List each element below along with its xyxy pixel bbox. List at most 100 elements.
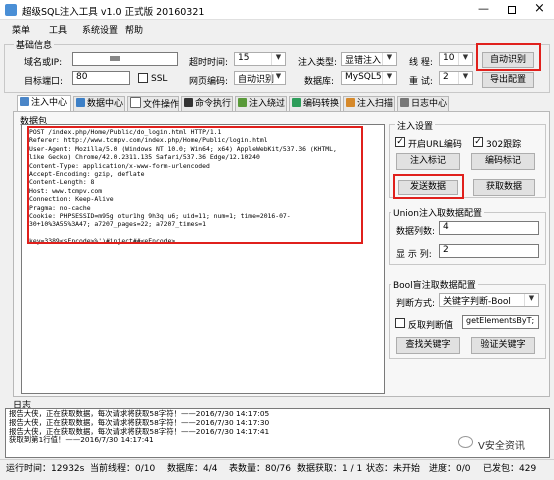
status-value: 4/4 (203, 464, 218, 474)
wechat-icon (458, 436, 473, 448)
minimize-icon[interactable]: — (478, 2, 489, 15)
retry-select[interactable]: 2 ▼ (439, 71, 473, 85)
inject-type-select[interactable]: 显错注入 ▼ (341, 52, 397, 66)
maximize-icon[interactable] (508, 6, 516, 14)
menu-item-help[interactable]: 帮助 (125, 23, 143, 36)
close-icon[interactable]: × (534, 1, 545, 16)
tab-encode-convert[interactable]: 编码转换 (289, 96, 341, 112)
follow302-label: 302跟踪 (486, 140, 522, 150)
arrow-icon (238, 98, 247, 107)
tab-label: 数据中心 (87, 99, 124, 109)
urlencode-label: 开启URL编码 (408, 140, 462, 150)
inject-settings-label: 注入设置 (395, 119, 436, 132)
threads-label: 线 程: (409, 58, 433, 68)
bool-judge-label: 判断方式: (396, 299, 436, 309)
tab-label: 文件操作 (143, 100, 180, 110)
reverse-checkbox[interactable] (395, 318, 405, 328)
threads-select[interactable]: 10 ▼ (439, 52, 473, 66)
status-runtime: 运行时间：12932s (6, 461, 84, 474)
bool-judge-select[interactable]: 关键字判断-Bool ▼ (439, 293, 539, 307)
convert-icon (292, 98, 301, 107)
status-value: 1 / 1 (342, 464, 363, 474)
status-label: 进度： (429, 464, 457, 474)
log-icon (400, 98, 409, 107)
status-tables: 表数量：80/76 (229, 461, 291, 474)
domain-label: 域名或IP: (24, 58, 63, 68)
tab-file-ops[interactable]: 文件操作 (127, 96, 179, 112)
bool-judge-value: 关键字判断-Bool (443, 297, 511, 307)
watermark-text: V安全资讯 (478, 441, 525, 452)
retry-value: 2 (443, 72, 449, 82)
status-value: 80/76 (265, 464, 291, 474)
inject-type-label: 注入类型: (298, 58, 338, 68)
tab-inject-bypass[interactable]: 注入绕过 (235, 96, 287, 112)
encoding-select[interactable]: 自动识别 ▼ (234, 71, 286, 85)
status-value: 0/10 (135, 464, 156, 474)
port-input[interactable]: 80 (72, 71, 130, 85)
status-label: 状态： (366, 464, 394, 474)
status-data: 数据获取：1 / 1 (297, 461, 362, 474)
find-keyword-button[interactable]: 查找关键字 (396, 337, 460, 354)
status-value: 12932s (51, 464, 85, 474)
bool-func-input[interactable]: getElementsByT; (462, 315, 539, 329)
inject-mark-button[interactable]: 注入标记 (396, 153, 460, 170)
menu-item-menu[interactable]: 菜单 (12, 23, 30, 36)
ssl-checkbox[interactable] (138, 73, 148, 83)
chevron-down-icon: ▼ (382, 72, 396, 84)
chevron-down-icon: ▼ (458, 53, 472, 65)
encode-mark-button[interactable]: 编码标记 (471, 153, 535, 170)
domain-redaction (110, 56, 120, 61)
chevron-down-icon: ▼ (524, 294, 538, 306)
reverse-label: 反取判断值 (408, 321, 454, 331)
bool-label: Bool盲注取数据配置 (391, 278, 478, 291)
timeout-value: 15 (238, 53, 250, 63)
tab-command-exec[interactable]: 命令执行 (181, 96, 233, 112)
status-databases: 数据库：4/4 (167, 461, 218, 474)
get-data-button[interactable]: 获取数据 (473, 179, 535, 196)
inject-type-value: 显错注入 (345, 56, 382, 66)
tab-label: 日志中心 (411, 99, 448, 109)
status-label: 数据库： (167, 464, 204, 474)
status-sent: 已发包：429 (483, 461, 536, 474)
log-area[interactable]: 报告大侠，正在获取数据，每次请求将获取58字符！——2016/7/30 14:1… (5, 408, 550, 458)
follow302-checkbox[interactable]: ✓ (473, 137, 483, 147)
menu-bar: 菜单 工具 系统设置 帮助 (0, 21, 554, 36)
tab-label: 编码转换 (303, 99, 340, 109)
tab-label: 注入中心 (31, 98, 68, 108)
status-label: 数据获取： (297, 464, 343, 474)
menu-item-settings[interactable]: 系统设置 (82, 23, 118, 36)
app-icon (5, 4, 17, 16)
status-label: 当前线程： (90, 464, 136, 474)
chevron-down-icon: ▼ (458, 72, 472, 84)
union-cols-label: 数据列数: (396, 227, 436, 237)
tab-inject-scan[interactable]: 注入扫描 (343, 96, 395, 112)
timeout-select[interactable]: 15 ▼ (234, 52, 286, 66)
verify-keyword-button[interactable]: 验证关键字 (471, 337, 535, 354)
file-icon (130, 97, 141, 108)
encoding-label: 网页编码: (189, 77, 229, 87)
status-label: 表数量： (229, 464, 266, 474)
tab-log-center[interactable]: 日志中心 (397, 96, 449, 112)
tab-label: 命令执行 (195, 99, 232, 109)
database-icon (76, 98, 85, 107)
gear-icon (20, 97, 29, 106)
union-display-label: 显 示 列: (396, 250, 432, 260)
status-value: 0/0 (456, 464, 471, 474)
urlencode-checkbox[interactable]: ✓ (395, 137, 405, 147)
export-config-button[interactable]: 导出配置 (482, 72, 534, 88)
status-state: 状态：未开始 (366, 461, 420, 474)
tab-data-center[interactable]: 数据中心 (73, 96, 125, 112)
tab-label: 注入扫描 (357, 99, 394, 109)
port-label: 目标端口: (24, 77, 64, 87)
db-select[interactable]: MySQL5 ▼ (341, 71, 397, 85)
auto-detect-highlight (476, 43, 541, 71)
domain-input[interactable] (72, 52, 178, 66)
union-cols-input[interactable]: 4 (439, 221, 539, 235)
terminal-icon (184, 98, 193, 107)
chevron-down-icon: ▼ (271, 72, 285, 84)
union-display-input[interactable]: 2 (439, 244, 539, 258)
menu-item-tools[interactable]: 工具 (49, 23, 67, 36)
db-label: 数据库: (304, 77, 335, 87)
status-value: 未开始 (393, 464, 421, 474)
tab-inject-center[interactable]: 注入中心 (17, 95, 71, 112)
